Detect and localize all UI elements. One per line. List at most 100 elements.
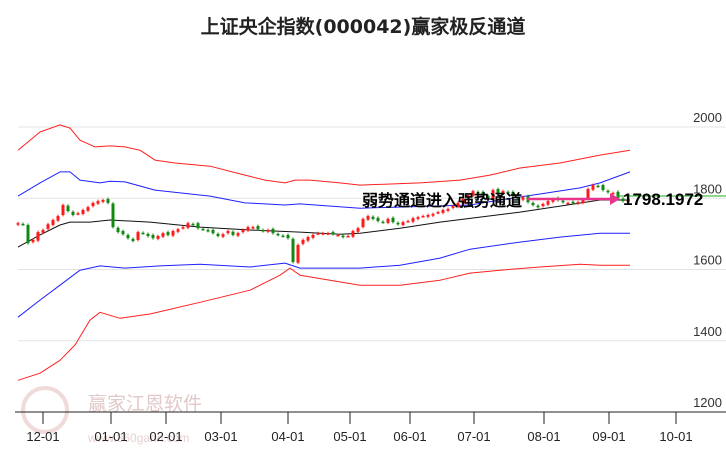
x-tick-label: 06-01 (393, 429, 426, 444)
candle-body (386, 218, 390, 223)
candle-body (426, 214, 430, 217)
candle-body (221, 234, 225, 237)
candle-body (566, 202, 570, 205)
candle-body (606, 190, 610, 193)
candle-body (316, 233, 320, 235)
candle-body (311, 234, 315, 238)
candle-body (101, 200, 105, 202)
candle-body (126, 234, 130, 239)
candle-body (31, 239, 35, 243)
candle-body (616, 191, 620, 198)
y-tick-label: 2000 (693, 110, 722, 125)
candle-body (171, 231, 175, 236)
candle-body (276, 233, 280, 236)
candle-body (261, 229, 265, 232)
candle-body (381, 221, 385, 224)
x-tick-label: 09-01 (592, 429, 625, 444)
candle-body (56, 216, 60, 221)
candle-body (111, 203, 115, 228)
candle-body (71, 211, 75, 215)
x-tick-label: 12-01 (26, 429, 59, 444)
lower-blue-line (17, 232, 630, 318)
candle-body (186, 223, 190, 228)
candle-body (431, 213, 435, 216)
candle-body (206, 229, 210, 232)
candle-body (91, 202, 95, 207)
candle-body (561, 200, 565, 203)
candle-body (146, 233, 150, 237)
candle-body (26, 224, 30, 244)
candle-body (21, 223, 25, 226)
candlestick-chart: 赢家江恩软件 www.360gann.com 20001800160014001… (15, 110, 726, 445)
x-tick-label: 04-01 (271, 429, 304, 444)
y-tick-label: 1200 (693, 395, 722, 410)
candle-body (191, 223, 195, 226)
last-value-label: 1798.1972 (623, 190, 703, 209)
candle-body (211, 229, 215, 234)
channel-annotation: 弱势通道进入强势通道 (362, 191, 522, 210)
candle-body (396, 222, 400, 225)
lower-red-line (17, 263, 630, 381)
candle-body (436, 212, 440, 214)
upper-red-line (17, 124, 631, 186)
candle-body (591, 185, 595, 190)
candle-body (151, 234, 155, 239)
candle-body (301, 239, 305, 244)
candle-body (116, 227, 120, 233)
candle-body (281, 235, 285, 238)
x-tick-label: 07-01 (457, 429, 490, 444)
candle-body (546, 201, 550, 205)
candle-body (361, 218, 365, 228)
candle-body (346, 236, 350, 238)
candle-body (231, 231, 235, 235)
candle-body (106, 198, 110, 203)
candle-body (531, 202, 535, 206)
y-tick-label: 1400 (693, 324, 722, 339)
x-tick-label: 05-01 (333, 429, 366, 444)
channel-lines (17, 124, 631, 381)
candle-body (336, 234, 340, 237)
candle-body (541, 203, 545, 207)
candle-body (586, 188, 590, 199)
candle-body (371, 216, 375, 219)
candle-body (266, 229, 270, 232)
candle-body (161, 233, 165, 237)
candle-body (351, 231, 355, 237)
candle-body (576, 202, 580, 204)
candle-body (321, 233, 325, 235)
candle-body (81, 210, 85, 214)
candle-body (156, 236, 160, 239)
candle-body (596, 185, 600, 188)
candle-body (16, 223, 20, 225)
candle-body (216, 233, 220, 237)
candle-body (176, 229, 180, 232)
candle-body (601, 185, 605, 191)
candle-body (196, 223, 200, 229)
candle-body (226, 231, 230, 234)
candle-body (61, 205, 65, 215)
x-tick-label: 08-01 (527, 429, 560, 444)
candle-body (76, 213, 80, 215)
candle-body (306, 237, 310, 241)
candle-body (131, 238, 135, 241)
x-tick-label: 03-01 (204, 429, 237, 444)
watermark-seal-icon (21, 386, 69, 434)
candles (16, 183, 630, 265)
candle-body (256, 226, 260, 230)
candle-body (36, 232, 40, 241)
candle-body (291, 238, 295, 263)
candle-body (536, 205, 540, 208)
candle-body (236, 233, 240, 236)
candle-body (201, 228, 205, 231)
candle-body (391, 217, 395, 223)
candle-body (411, 218, 415, 222)
candle-body (241, 229, 245, 233)
candle-body (341, 235, 345, 238)
candle-body (41, 229, 45, 233)
candle-body (376, 217, 380, 222)
candle-body (166, 232, 170, 235)
candle-body (46, 224, 50, 229)
candle-body (326, 233, 330, 235)
x-tick-label: 02-01 (149, 429, 182, 444)
y-tick-label: 1600 (693, 253, 722, 268)
